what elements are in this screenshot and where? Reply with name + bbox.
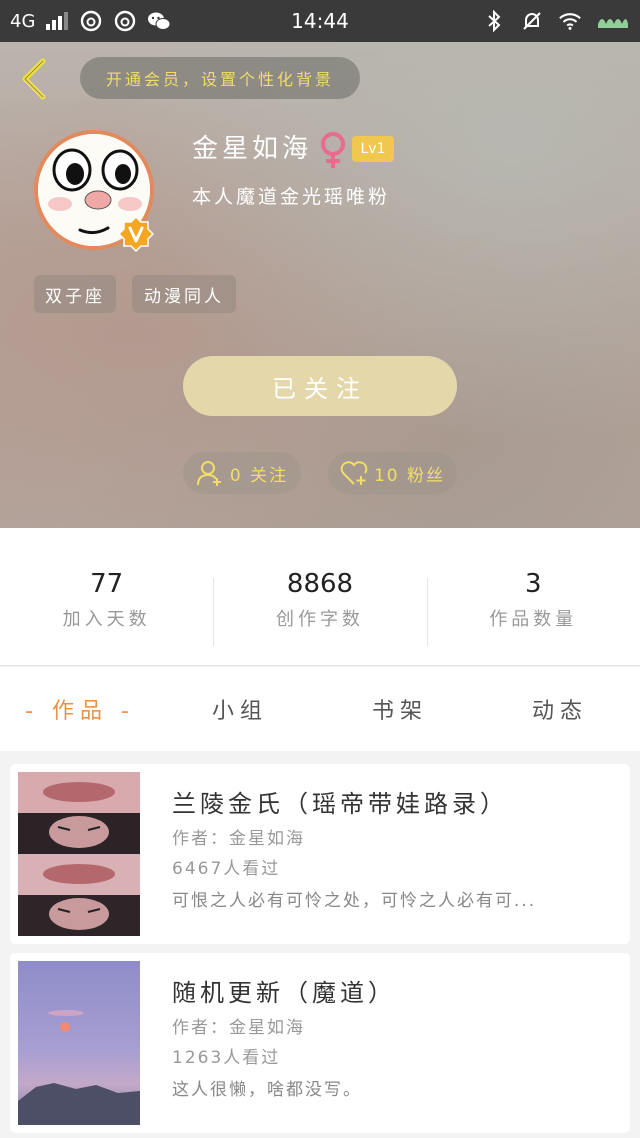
stat-label: 创作字数 xyxy=(275,608,364,630)
work-description: 可恨之人必有可怜之处，可怜之人必有可... xyxy=(172,891,537,911)
network-indicator: 4G xyxy=(10,10,36,32)
verified-v-icon xyxy=(117,215,155,253)
following-count-button[interactable]: 0 关注 xyxy=(183,452,301,494)
work-title: 随机更新（魔道） xyxy=(172,979,396,1007)
followers-count: 10 粉丝 xyxy=(373,465,446,486)
work-author: 作者：金星如海 xyxy=(172,1018,305,1038)
female-gender-icon xyxy=(316,130,350,170)
netease-music-icon xyxy=(113,9,137,33)
work-title: 兰陵金氏（瑶帝带娃路录） xyxy=(172,790,508,818)
user-add-icon xyxy=(196,461,221,486)
bluetooth-icon xyxy=(482,9,506,33)
work-cover-image xyxy=(18,961,140,1125)
tab-bookshelf[interactable]: 书架 xyxy=(320,667,480,751)
level-badge: Lv1 xyxy=(352,136,394,162)
nickname: 金星如海 xyxy=(192,134,313,164)
status-left: 4G xyxy=(10,9,171,33)
battery-icon xyxy=(596,9,630,33)
vip-background-button[interactable]: 开通会员，设置个性化背景 xyxy=(80,57,360,99)
tag-interest[interactable]: 动漫同人 xyxy=(132,275,236,313)
signal-icon xyxy=(45,9,69,33)
tab-activity[interactable]: 动态 xyxy=(480,667,640,751)
stat-label: 作品数量 xyxy=(489,608,578,630)
following-status-button[interactable]: 已关注 xyxy=(183,356,457,416)
stat-value: 3 xyxy=(525,568,542,599)
stat-value: 77 xyxy=(90,568,124,599)
stat-days: 77 加入天数 xyxy=(0,528,213,665)
tab-works[interactable]: - 作品 - xyxy=(0,667,160,751)
back-button[interactable] xyxy=(14,56,54,102)
tag-zodiac[interactable]: 双子座 xyxy=(34,275,116,313)
back-arrow-icon xyxy=(22,58,46,100)
stat-works: 3 作品数量 xyxy=(426,528,640,665)
work-views: 1263人看过 xyxy=(172,1048,281,1068)
following-count: 0 关注 xyxy=(229,465,289,486)
work-views: 6467人看过 xyxy=(172,859,281,879)
bio: 本人魔道金光瑶唯粉 xyxy=(192,186,391,208)
followers-count-button[interactable]: 10 粉丝 xyxy=(328,452,457,494)
work-description: 这人很懒，啥都没写。 xyxy=(172,1080,362,1100)
tab-bar: - 作品 - 小组 书架 动态 xyxy=(0,667,640,751)
heart-add-icon xyxy=(340,461,368,485)
stats-row: 77 加入天数 8868 创作字数 3 作品数量 xyxy=(0,528,640,666)
wifi-icon xyxy=(558,9,582,33)
work-author: 作者：金星如海 xyxy=(172,829,305,849)
status-right xyxy=(482,9,630,33)
work-cover-image xyxy=(18,772,140,936)
profile-header: 开通会员，设置个性化背景 金星如海 Lv1 本人魔道金光瑶唯粉 双子座 动漫同人… xyxy=(0,42,640,528)
work-card[interactable]: 兰陵金氏（瑶帝带娃路录） 作者：金星如海 6467人看过 可恨之人必有可怜之处，… xyxy=(10,764,630,944)
tab-groups[interactable]: 小组 xyxy=(160,667,320,751)
netease-music-icon xyxy=(79,9,103,33)
stat-value: 8868 xyxy=(286,568,354,599)
stat-label: 加入天数 xyxy=(62,608,151,630)
status-bar: 4G 14:44 xyxy=(0,0,640,42)
wechat-icon xyxy=(147,9,171,33)
mute-bell-icon xyxy=(520,9,544,33)
work-card[interactable]: 随机更新（魔道） 作者：金星如海 1263人看过 这人很懒，啥都没写。 xyxy=(10,953,630,1133)
stat-word-count: 8868 创作字数 xyxy=(213,528,426,665)
